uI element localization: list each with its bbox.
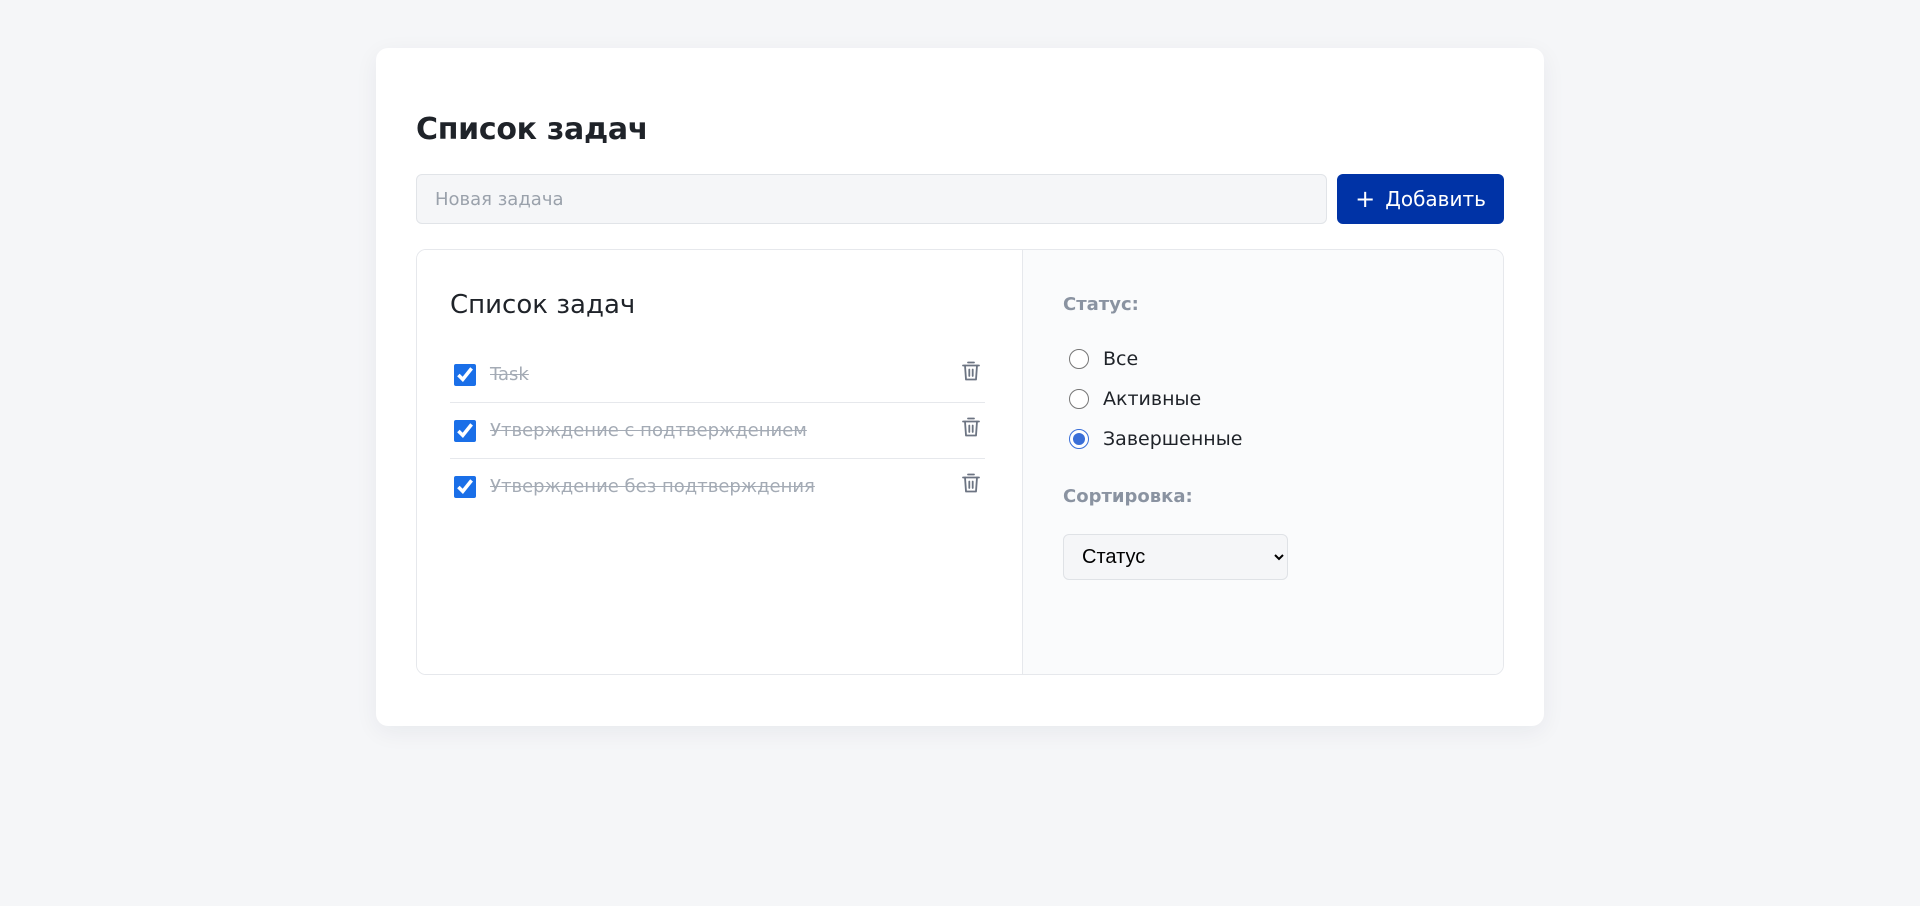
status-option-active[interactable]: Активные xyxy=(1063,379,1242,419)
task-text: Утверждение с подтверждением xyxy=(490,420,807,441)
filter-pane: Статус: Все Активные Завершенные Сортиро… xyxy=(1023,250,1503,674)
task-list: Task Утверждение с подтверждением Утверж… xyxy=(450,347,985,514)
status-radio-active[interactable] xyxy=(1069,389,1089,409)
delete-task-button[interactable] xyxy=(957,413,985,441)
trash-icon xyxy=(962,361,980,381)
status-option-label: Все xyxy=(1103,348,1139,370)
trash-icon xyxy=(962,417,980,437)
status-filter-label: Статус: xyxy=(1063,294,1139,315)
content-panel: Список задач Task Утверждение с подтверж… xyxy=(416,249,1504,675)
sort-select[interactable]: Статус xyxy=(1063,534,1288,580)
task-list-pane: Список задач Task Утверждение с подтверж… xyxy=(417,250,1023,674)
task-list-title: Список задач xyxy=(450,290,636,320)
status-option-completed[interactable]: Завершенные xyxy=(1063,419,1242,459)
status-radio-group: Все Активные Завершенные xyxy=(1063,339,1242,459)
new-task-input[interactable] xyxy=(416,174,1327,224)
status-option-label: Активные xyxy=(1103,388,1202,410)
status-radio-all[interactable] xyxy=(1069,349,1089,369)
status-option-all[interactable]: Все xyxy=(1063,339,1242,379)
task-item: Task xyxy=(450,347,985,403)
delete-task-button[interactable] xyxy=(957,357,985,385)
trash-icon xyxy=(962,473,980,493)
todo-card: Список задач + Добавить Список задач Tas… xyxy=(376,48,1544,726)
task-checkbox[interactable] xyxy=(454,419,476,442)
sort-label: Сортировка: xyxy=(1063,486,1193,507)
task-checkbox[interactable] xyxy=(454,475,476,498)
add-task-form: + Добавить xyxy=(416,174,1504,224)
task-checkbox[interactable] xyxy=(454,363,476,386)
status-option-label: Завершенные xyxy=(1103,428,1243,450)
add-button[interactable]: + Добавить xyxy=(1337,174,1504,224)
task-text: Утверждение без подтверждения xyxy=(490,476,815,497)
plus-icon: + xyxy=(1355,185,1376,213)
task-item: Утверждение без подтверждения xyxy=(450,459,985,514)
task-item: Утверждение с подтверждением xyxy=(450,403,985,459)
page-title: Список задач xyxy=(416,112,649,147)
task-text: Task xyxy=(490,364,529,385)
status-radio-completed[interactable] xyxy=(1069,429,1089,449)
delete-task-button[interactable] xyxy=(957,469,985,497)
add-button-label: Добавить xyxy=(1385,187,1486,211)
